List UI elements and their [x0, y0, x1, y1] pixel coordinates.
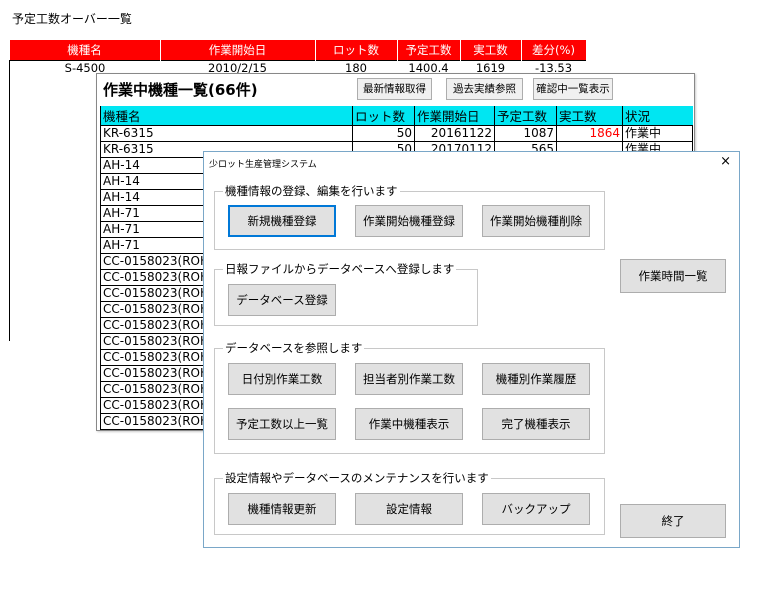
- in-progress-col-header: 機種名: [100, 106, 353, 126]
- in-progress-cell-status: 作業中: [622, 125, 693, 142]
- overrun-col-header: 差分(%): [521, 40, 587, 61]
- date-work-hours-button[interactable]: 日付別作業工数: [228, 363, 336, 395]
- group-daily-report-label: 日報ファイルからデータベースへ登録します: [223, 262, 457, 276]
- in-progress-col-header: 状況: [622, 106, 693, 126]
- dialog-title: 少ロット生産管理システム: [209, 160, 317, 170]
- in-progress-col-header: ロット数: [352, 106, 415, 126]
- in-progress-col-header: 作業開始日: [414, 106, 495, 126]
- settings-button[interactable]: 設定情報: [355, 493, 463, 525]
- overrun-col-header: 実工数: [460, 40, 522, 61]
- overrun-col-header: 機種名: [9, 40, 161, 61]
- over-planned-list-button[interactable]: 予定工数以上一覧: [228, 408, 336, 440]
- in-progress-title: 作業中機種一覧(66件): [103, 81, 258, 99]
- in-progress-display-button[interactable]: 作業中機種表示: [355, 408, 463, 440]
- past-results-button[interactable]: 過去実績参照: [446, 78, 523, 100]
- in-progress-col-header: 予定工数: [494, 106, 557, 126]
- start-model-delete-button[interactable]: 作業開始機種削除: [482, 205, 590, 237]
- overrun-list-title: 予定工数オーバー一覧: [12, 12, 132, 26]
- model-work-history-button[interactable]: 機種別作業履歴: [482, 363, 590, 395]
- backup-button[interactable]: バックアップ: [482, 493, 590, 525]
- overrun-col-header: 予定工数: [397, 40, 461, 61]
- main-menu-dialog: 少ロット生産管理システム × 機種情報の登録、編集を行います 新規機種登録 作業…: [203, 151, 740, 548]
- table-row[interactable]: KR-6315 50 20161122 1087 1864 作業中: [100, 125, 693, 142]
- new-model-register-button[interactable]: 新規機種登録: [228, 205, 336, 237]
- database-register-button[interactable]: データベース登録: [228, 284, 336, 316]
- in-progress-col-header: 実工数: [556, 106, 623, 126]
- staff-work-hours-button[interactable]: 担当者別作業工数: [355, 363, 463, 395]
- in-progress-cell-planned: 1087: [494, 125, 557, 142]
- exit-button[interactable]: 終了: [620, 504, 726, 538]
- fetch-latest-button[interactable]: 最新情報取得: [357, 78, 432, 100]
- start-model-register-button[interactable]: 作業開始機種登録: [355, 205, 463, 237]
- group-maintenance-label: 設定情報やデータベースのメンテナンスを行います: [223, 471, 491, 485]
- group-reference-label: データベースを参照します: [223, 341, 365, 355]
- in-progress-cell-actual: 1864: [556, 125, 623, 142]
- close-icon[interactable]: ×: [720, 155, 731, 169]
- group-model-info-label: 機種情報の登録、編集を行います: [223, 184, 400, 198]
- completed-display-button[interactable]: 完了機種表示: [482, 408, 590, 440]
- in-progress-cell-name: KR-6315: [100, 125, 353, 142]
- checking-list-button[interactable]: 確認中一覧表示: [533, 78, 613, 100]
- work-time-list-button[interactable]: 作業時間一覧: [620, 259, 726, 293]
- in-progress-cell-start: 20161122: [414, 125, 495, 142]
- overrun-col-header: ロット数: [315, 40, 398, 61]
- overrun-col-header: 作業開始日: [160, 40, 316, 61]
- model-info-update-button[interactable]: 機種情報更新: [228, 493, 336, 525]
- in-progress-cell-lot: 50: [352, 125, 415, 142]
